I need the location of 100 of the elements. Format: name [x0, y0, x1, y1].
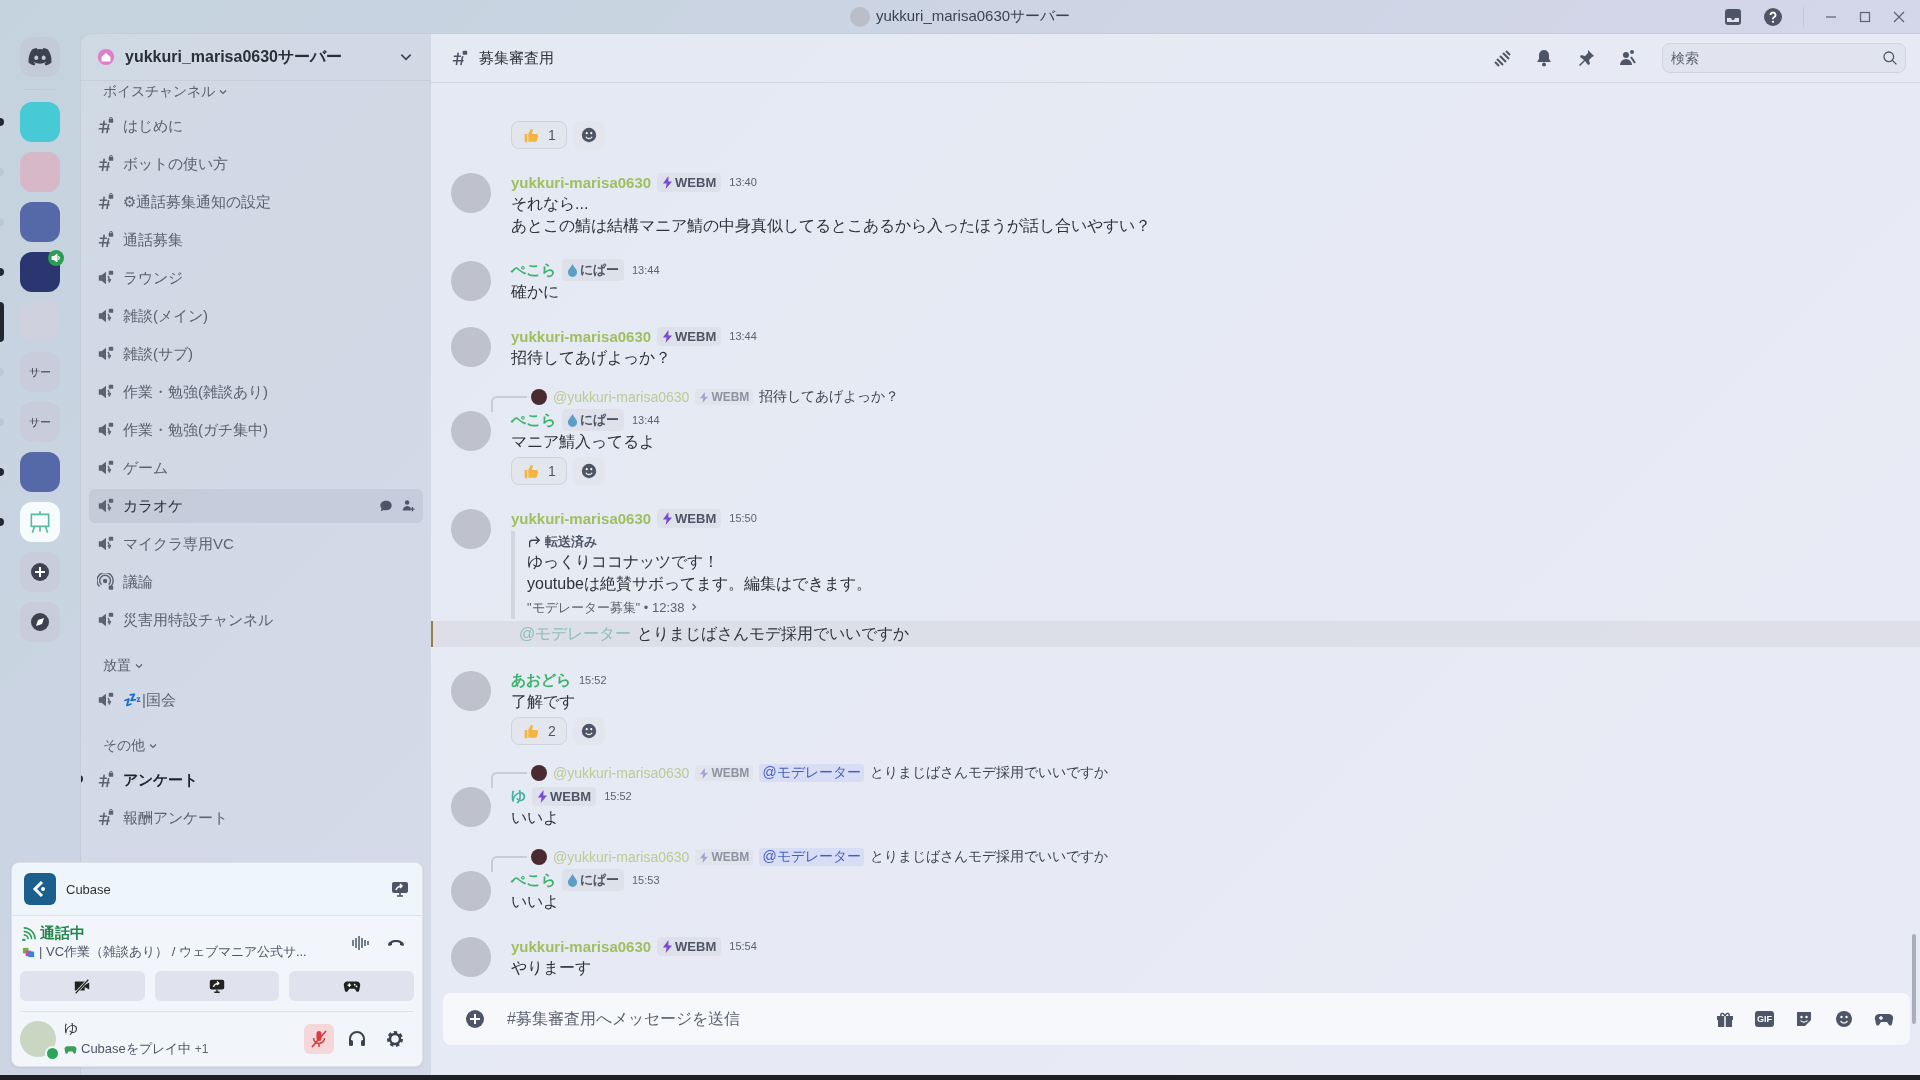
- screen-share-button[interactable]: [154, 971, 280, 1001]
- reply-text[interactable]: とりまじばさんモデ採用でいいですか: [869, 764, 1108, 782]
- lightning-icon: [662, 511, 674, 525]
- user-avatar[interactable]: [20, 1021, 56, 1057]
- category-header[interactable]: その他: [103, 737, 145, 755]
- mention-tag[interactable]: @モデレーター: [759, 764, 864, 782]
- microphone-button[interactable]: [304, 1024, 334, 1054]
- add-reaction-button[interactable]: [572, 717, 605, 745]
- maximize-icon[interactable]: [1858, 9, 1872, 24]
- members-icon[interactable]: [1618, 48, 1638, 68]
- reply-tag: WEBM: [695, 849, 754, 865]
- add-reaction-button[interactable]: [572, 457, 605, 485]
- timestamp: 15:52: [579, 674, 607, 686]
- activity-button[interactable]: [289, 971, 414, 1001]
- server-icon[interactable]: [20, 452, 60, 492]
- emoji-icon[interactable]: [1834, 1009, 1854, 1029]
- message-text: youtubeは絶賛サボってます。編集はできます。: [527, 574, 873, 594]
- inbox-icon[interactable]: [1723, 6, 1743, 27]
- reply-connector-line: [491, 772, 527, 788]
- channel-item[interactable]: マイクラ専用VC: [89, 527, 423, 561]
- message-text: やりまーす: [511, 958, 592, 978]
- mention-tag[interactable]: @モデレーター: [759, 848, 864, 866]
- timestamp: 15:52: [604, 790, 632, 802]
- channel-item[interactable]: はじめに: [89, 109, 423, 143]
- channel-item[interactable]: ⚙通話募集通知の設定: [89, 185, 423, 219]
- message-text: いいよ: [511, 808, 560, 828]
- locked-speaker-icon: [97, 307, 115, 325]
- reply-text[interactable]: とりまじばさんモデ採用でいいですか: [869, 848, 1108, 866]
- plus-icon: [30, 562, 50, 582]
- reaction-button[interactable]: 2: [511, 717, 567, 745]
- category-header[interactable]: 放置: [103, 657, 131, 675]
- search-field[interactable]: 検索: [1662, 43, 1906, 73]
- server-icon[interactable]: [20, 252, 60, 292]
- close-icon[interactable]: [1892, 9, 1906, 24]
- channel-item[interactable]: ラウンジ: [89, 261, 423, 295]
- user-tag: WEBM: [532, 786, 597, 806]
- locked-hash-icon: [97, 193, 115, 211]
- channel-item[interactable]: カラオケ: [89, 489, 423, 523]
- forward-source-link[interactable]: "モデレーター募集" • 12:38: [527, 599, 685, 617]
- server-icon[interactable]: [20, 202, 60, 242]
- channel-item[interactable]: 作業・勉強(雑談あり): [89, 375, 423, 409]
- reply-tag: WEBM: [695, 389, 754, 405]
- timestamp: 13:44: [632, 264, 660, 276]
- help-icon[interactable]: [1763, 6, 1783, 27]
- reaction-button[interactable]: 1: [511, 121, 567, 149]
- message-text: マニア鯖入ってるよ: [511, 432, 656, 452]
- microphone-icon: [309, 1029, 329, 1049]
- add-reaction-button[interactable]: [572, 121, 605, 149]
- locked-hash-icon: [97, 231, 115, 249]
- channel-item[interactable]: 作業・勉強(ガチ集中): [89, 413, 423, 447]
- home-button[interactable]: [20, 37, 60, 77]
- gif-button[interactable]: GIF: [1755, 1011, 1774, 1027]
- channel-item[interactable]: アンケート: [89, 763, 423, 797]
- channel-item[interactable]: 通話募集: [89, 223, 423, 257]
- droplet-icon: [567, 873, 578, 887]
- camera-off-icon: [73, 977, 92, 995]
- message-field[interactable]: #募集審査用へメッセージを送信: [505, 1009, 1695, 1029]
- mention-message: @モデレーター とりまじばさんモデ採用でいいですか: [431, 621, 1920, 647]
- chevron-down-icon: [148, 741, 158, 751]
- channel-item[interactable]: 議論: [89, 565, 423, 599]
- sticker-icon[interactable]: [1794, 1009, 1814, 1029]
- chat-bubble-icon[interactable]: [379, 499, 393, 513]
- reply-tag: WEBM: [695, 765, 754, 781]
- signal-icon: [22, 926, 36, 941]
- add-attachment-icon[interactable]: [465, 1009, 485, 1029]
- home-icon: [97, 48, 115, 66]
- app-logo-icon: [24, 873, 56, 905]
- category-header[interactable]: ボイスチャンネル: [103, 83, 215, 101]
- user-tag: WEBM: [657, 172, 722, 192]
- server-header[interactable]: yukkuri_marisa0630サーバー: [81, 34, 431, 81]
- forwarded-label: 転送済み: [545, 533, 597, 551]
- add-server-button[interactable]: [20, 552, 60, 592]
- channel-item[interactable]: ボットの使い方: [89, 147, 423, 181]
- reaction-button[interactable]: 1: [511, 457, 567, 485]
- server-avatar: [849, 6, 870, 27]
- locked-hash-icon: [97, 155, 115, 173]
- server-icon[interactable]: サー: [20, 402, 60, 442]
- user-tag: WEBM: [657, 508, 722, 528]
- camera-off-button[interactable]: [20, 971, 145, 1001]
- channel-item[interactable]: 雑談(メイン): [89, 299, 423, 333]
- channel-item[interactable]: 報酬アンケート: [89, 801, 423, 835]
- message-bar[interactable]: #募集審査用へメッセージを送信 GIF: [443, 993, 1910, 1045]
- threads-icon[interactable]: [1492, 48, 1512, 68]
- screen-share-icon[interactable]: [390, 879, 410, 899]
- channel-item[interactable]: 災害用特設チャンネル: [89, 603, 423, 637]
- reply-avatar: [531, 849, 547, 865]
- locked-speaker-icon: [97, 611, 115, 629]
- invite-member-icon[interactable]: [401, 499, 415, 513]
- reply-text[interactable]: 招待してあげよっか？: [759, 388, 900, 406]
- voice-channel-name[interactable]: | VC作業（雑談あり） / ウェブマニア公式サ...: [39, 943, 307, 961]
- user-name: ゆ: [64, 1020, 79, 1038]
- bell-icon[interactable]: [1534, 48, 1554, 68]
- message-text: いいよ: [511, 892, 560, 912]
- voice-status: 通話中: [40, 924, 85, 943]
- channel-item[interactable]: 💤|国会: [89, 683, 423, 717]
- locked-speaker-icon: [97, 691, 115, 709]
- channel-item[interactable]: 雑談(サブ): [89, 337, 423, 371]
- discover-button[interactable]: [20, 602, 60, 642]
- server-icon[interactable]: サー: [20, 352, 60, 392]
- channel-item[interactable]: ゲーム: [89, 451, 423, 485]
